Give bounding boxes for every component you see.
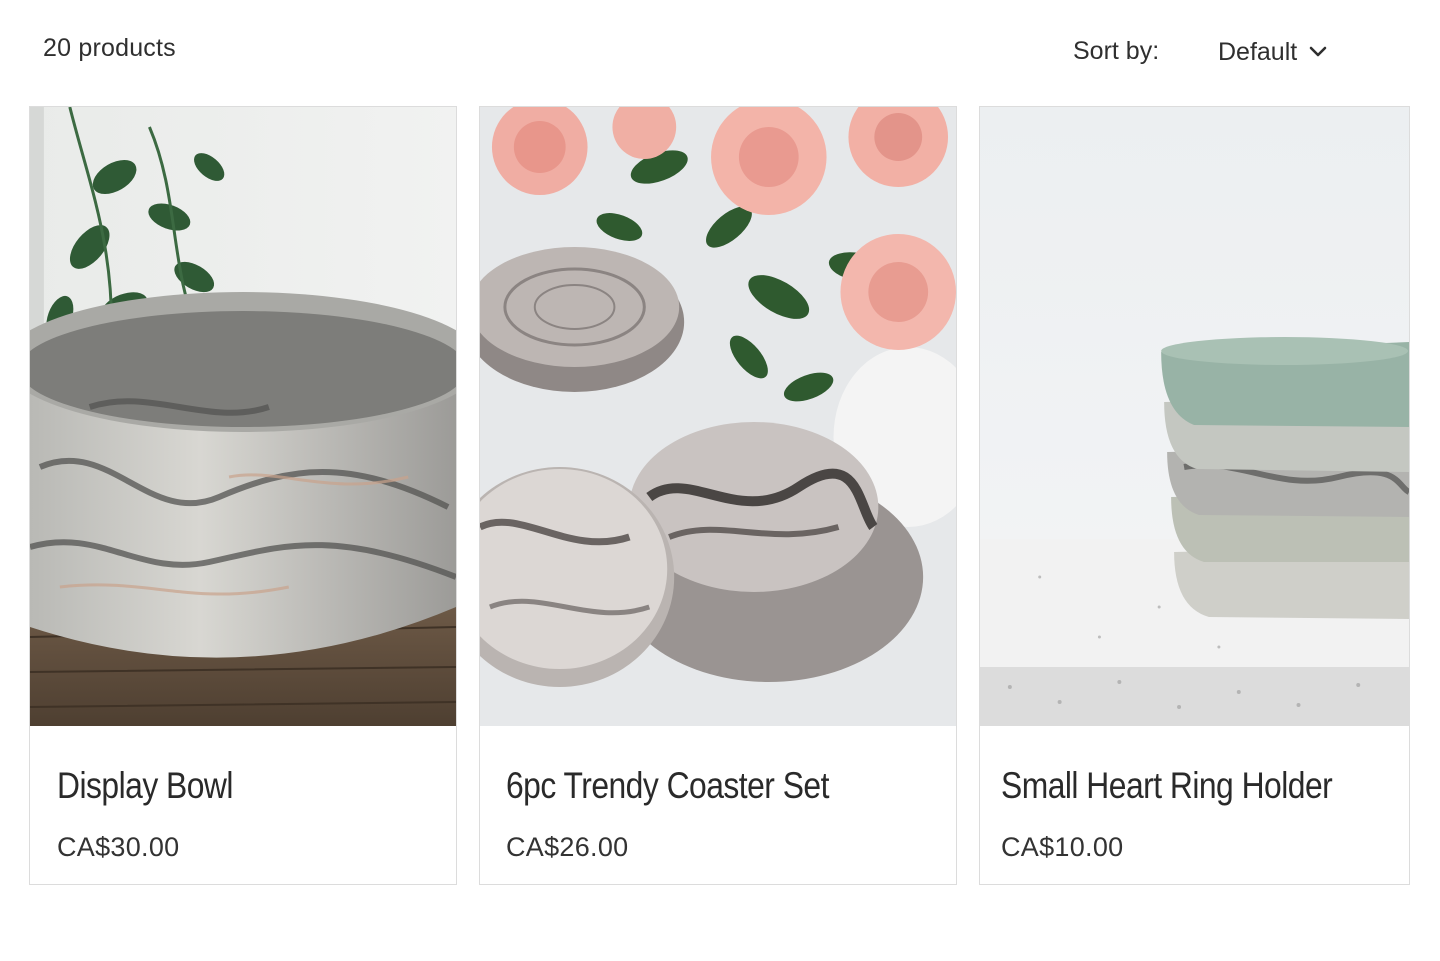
- product-card[interactable]: Display Bowl CA$30.00: [29, 106, 457, 885]
- collection-toolbar: 20 products Sort by: Default: [0, 0, 1440, 100]
- product-price: CA$10.00: [1001, 832, 1124, 862]
- product-title[interactable]: Small Heart Ring Holder: [1001, 765, 1333, 807]
- sort-label: Sort by:: [1073, 37, 1160, 65]
- product-price: CA$26.00: [506, 832, 629, 862]
- product-price: CA$30.00: [57, 832, 180, 862]
- product-card[interactable]: Small Heart Ring Holder CA$10.00: [979, 106, 1410, 885]
- chevron-down-icon: [1307, 41, 1329, 63]
- product-image-coaster-set[interactable]: [480, 107, 956, 726]
- product-image-ring-holder[interactable]: [980, 107, 1409, 726]
- product-image-display-bowl[interactable]: [30, 107, 456, 726]
- product-card[interactable]: 6pc Trendy Coaster Set CA$26.00: [479, 106, 957, 885]
- product-count: 20 products: [43, 34, 176, 62]
- product-title[interactable]: Display Bowl: [57, 765, 233, 807]
- sort-value: Default: [1218, 37, 1298, 66]
- sort-dropdown[interactable]: Default: [1206, 28, 1366, 76]
- product-title[interactable]: 6pc Trendy Coaster Set: [506, 765, 829, 807]
